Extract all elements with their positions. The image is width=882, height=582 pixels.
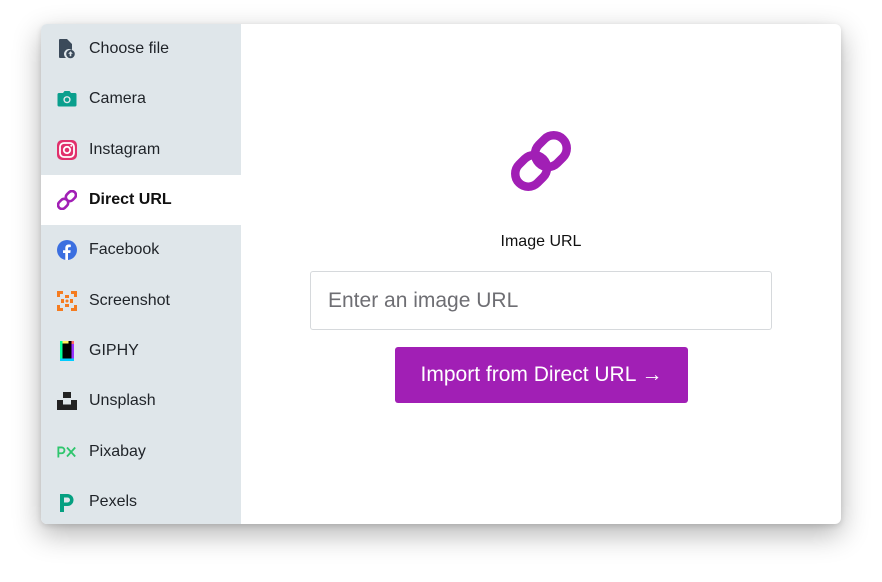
pexels-icon [57, 492, 77, 512]
image-url-label: Image URL [500, 233, 582, 250]
instagram-icon [57, 139, 77, 160]
sidebar-item-label: Screenshot [89, 291, 170, 309]
camera-icon [57, 89, 77, 109]
sidebar-item-label: Facebook [89, 241, 160, 259]
sidebar-item-label: Camera [89, 90, 146, 108]
sidebar-item-label: Choose file [89, 40, 170, 58]
sidebar-item-direct-url[interactable]: Direct URL [41, 174, 241, 226]
sidebar-item-label: Pixabay [89, 442, 146, 460]
sidebar-item-instagram[interactable]: Instagram [41, 125, 241, 175]
sidebar-item-facebook[interactable]: Facebook [41, 225, 241, 275]
giphy-icon [57, 340, 77, 361]
sidebar-item-label: GIPHY [89, 341, 139, 359]
sidebar-item-screenshot[interactable]: Screenshot [41, 275, 241, 325]
source-sidebar: Choose file Camera Instagram Direct URL … [41, 24, 241, 524]
sidebar-item-label: Instagram [89, 140, 161, 158]
sidebar-item-label: Unsplash [89, 392, 156, 410]
sidebar-item-pexels[interactable]: Pexels [41, 477, 241, 524]
sidebar-item-pixabay[interactable]: Pixabay [41, 426, 241, 476]
direct-url-panel: Image URL Import from Direct URL → [241, 24, 841, 524]
sidebar-item-giphy[interactable]: GIPHY [41, 326, 241, 376]
sidebar-item-camera[interactable]: Camera [41, 74, 241, 124]
import-from-direct-url-button[interactable]: Import from Direct URL → [395, 347, 688, 403]
upload-dialog: Choose file Camera Instagram Direct URL … [41, 24, 841, 524]
sidebar-item-label: Pexels [89, 492, 138, 510]
sidebar-item-label: Direct URL [89, 191, 172, 209]
link-icon [57, 190, 77, 211]
screenshot-icon [57, 290, 77, 311]
sidebar-item-choose-file[interactable]: Choose file [41, 24, 241, 74]
link-icon [511, 131, 571, 191]
unsplash-icon [57, 391, 77, 411]
sidebar-item-unsplash[interactable]: Unsplash [41, 376, 241, 426]
pixabay-icon [57, 442, 77, 462]
file-upload-icon [57, 39, 77, 59]
image-url-input[interactable] [310, 271, 772, 330]
facebook-icon [57, 240, 77, 261]
